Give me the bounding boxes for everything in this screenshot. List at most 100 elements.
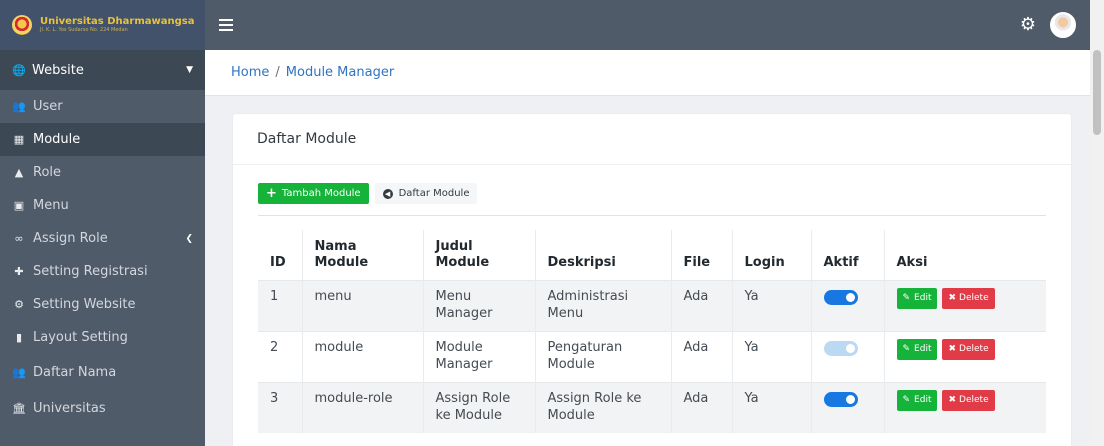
aktif-toggle[interactable] xyxy=(823,340,858,356)
scrollbar-thumb[interactable] xyxy=(1093,50,1101,135)
plus-icon: + xyxy=(266,186,277,201)
cell-id: 3 xyxy=(258,381,303,433)
aktif-toggle[interactable] xyxy=(823,289,858,305)
sidebar-item-assign-role[interactable]: ∞ Assign Role ❮ xyxy=(0,222,205,255)
col-header-file: File xyxy=(671,230,733,280)
delete-label: Delete xyxy=(959,292,989,303)
arrow-circle-left-icon: ◀ xyxy=(382,188,393,199)
table-header-row: ID Nama Module Judul Module Deskripsi Fi… xyxy=(258,230,1046,280)
users-icon: 👥 xyxy=(12,100,26,113)
cell-judul-module: Assign Role ke Module xyxy=(423,381,536,433)
chevron-left-icon: ❮ xyxy=(185,233,193,244)
sidebar-item-menu[interactable]: ▣ Menu xyxy=(0,189,205,222)
col-header-nama-module: Nama Module xyxy=(302,230,424,280)
sidebar-item-label: Module xyxy=(33,132,81,147)
sidebar-item-label: Universitas xyxy=(33,400,106,416)
hamburger-menu-icon[interactable] xyxy=(219,19,233,31)
col-header-login: Login xyxy=(732,230,812,280)
cell-file: Ada xyxy=(671,330,733,382)
cell-aksi: ✎ Edit ✖ Delete xyxy=(884,279,1046,331)
module-card: Daftar Module + Tambah Module ◀ Daftar M… xyxy=(233,114,1071,446)
cell-login: Ya xyxy=(732,381,812,433)
brand-subtitle: Jl. K. L. Yos Sudarso No. 224 Medan xyxy=(40,27,128,33)
cell-deskripsi: Assign Role ke Module xyxy=(535,381,672,433)
sidebar-item-role[interactable]: ▲ Role xyxy=(0,156,205,189)
topbar: ⚙ xyxy=(205,0,1090,50)
cell-id: 2 xyxy=(258,330,303,382)
clone-icon: ▣ xyxy=(13,199,25,212)
university-icon: 🏛 xyxy=(12,401,26,415)
edit-icon: ✎ xyxy=(902,292,911,303)
sidebar-item-universitas[interactable]: 🏛 Universitas xyxy=(0,390,205,426)
card-toolbar: + Tambah Module ◀ Daftar Module xyxy=(258,183,478,204)
table-row: 2 module Module Manager Pengaturan Modul… xyxy=(258,330,1046,382)
sidebar-item-label: Assign Role xyxy=(33,231,108,246)
brand[interactable]: Universitas Dharmawangsa Jl. K. L. Yos S… xyxy=(0,0,205,50)
col-header-judul-module: Judul Module xyxy=(423,230,536,280)
cell-aktif xyxy=(811,330,885,382)
sidebar-item-label: Setting Website xyxy=(33,297,136,312)
edit-button[interactable]: ✎ Edit xyxy=(896,287,938,309)
aktif-toggle[interactable] xyxy=(823,391,858,407)
breadcrumb-home[interactable]: Home xyxy=(231,65,269,80)
list-module-label: Daftar Module xyxy=(398,188,470,199)
sidebar-item-label: Daftar Nama xyxy=(33,364,117,380)
gear-icon: ⚙ xyxy=(14,298,24,311)
user-plus-icon: ✚ xyxy=(14,265,24,278)
cell-login: Ya xyxy=(732,279,812,331)
delete-button[interactable]: ✖ Delete xyxy=(942,338,995,360)
link-icon: ∞ xyxy=(14,232,24,245)
close-icon: ✖ xyxy=(948,394,957,405)
sidebar-item-label: User xyxy=(33,99,63,114)
sidebar-section-website[interactable]: 🌐 Website ▼ xyxy=(0,50,205,90)
cell-judul-module: Menu Manager xyxy=(423,279,536,331)
cell-aktif xyxy=(811,381,885,433)
sidebar-item-user[interactable]: 👥 User xyxy=(0,90,205,123)
col-header-aksi: Aksi xyxy=(896,255,928,271)
cell-login: Ya xyxy=(732,330,812,382)
edit-button[interactable]: ✎ Edit xyxy=(896,389,938,411)
sidebar-item-setting-registrasi[interactable]: ✚ Setting Registrasi xyxy=(0,255,205,288)
breadcrumb: Home / Module Manager xyxy=(205,50,1090,96)
cell-aktif xyxy=(811,279,885,331)
brand-title: Universitas Dharmawangsa xyxy=(40,16,195,27)
edit-label: Edit xyxy=(914,343,932,354)
breadcrumb-separator: / xyxy=(275,65,280,80)
add-module-button[interactable]: + Tambah Module xyxy=(258,183,369,204)
user-secret-icon: ▲ xyxy=(14,166,24,179)
cell-judul-module: Module Manager xyxy=(423,330,536,382)
cell-nama-module: module xyxy=(302,330,424,382)
settings-gear-icon[interactable]: ⚙ xyxy=(1020,16,1036,34)
list-module-button[interactable]: ◀ Daftar Module xyxy=(374,183,478,204)
page-scrollbar[interactable] xyxy=(1090,0,1104,446)
delete-label: Delete xyxy=(959,394,989,405)
cell-file: Ada xyxy=(671,279,733,331)
edit-button[interactable]: ✎ Edit xyxy=(896,338,938,360)
sidebar-item-setting-website[interactable]: ⚙ Setting Website xyxy=(0,288,205,321)
delete-button[interactable]: ✖ Delete xyxy=(942,389,995,411)
module-table: ID Nama Module Judul Module Deskripsi Fi… xyxy=(258,230,1046,433)
cell-id: 1 xyxy=(258,279,303,331)
avatar[interactable] xyxy=(1050,12,1076,38)
cell-deskripsi: Pengaturan Module xyxy=(535,330,672,382)
col-header-aktif: Aktif xyxy=(811,230,885,280)
edit-icon: ✎ xyxy=(902,343,911,354)
globe-icon: 🌐 xyxy=(12,63,26,77)
card-title: Daftar Module xyxy=(233,114,1071,165)
sidebar-item-label: Role xyxy=(33,165,62,180)
close-icon: ✖ xyxy=(948,292,957,303)
cell-aksi: ✎ Edit ✖ Delete xyxy=(884,381,1046,433)
sidebar: Universitas Dharmawangsa Jl. K. L. Yos S… xyxy=(0,0,205,446)
cell-file: Ada xyxy=(671,381,733,433)
edit-label: Edit xyxy=(914,292,932,303)
users-icon: 👥 xyxy=(12,365,26,379)
delete-button[interactable]: ✖ Delete xyxy=(942,287,995,309)
sidebar-item-label: Menu xyxy=(33,198,69,213)
chevron-down-icon: ▼ xyxy=(186,65,193,75)
breadcrumb-current[interactable]: Module Manager xyxy=(286,65,394,80)
cell-deskripsi: Administrasi Menu xyxy=(535,279,672,331)
sidebar-item-module[interactable]: ▦ Module xyxy=(0,123,205,156)
sidebar-item-daftar-nama[interactable]: 👥 Daftar Nama xyxy=(0,354,205,390)
col-header-deskripsi: Deskripsi xyxy=(535,230,672,280)
sidebar-item-layout-setting[interactable]: ▮ Layout Setting xyxy=(0,321,205,354)
